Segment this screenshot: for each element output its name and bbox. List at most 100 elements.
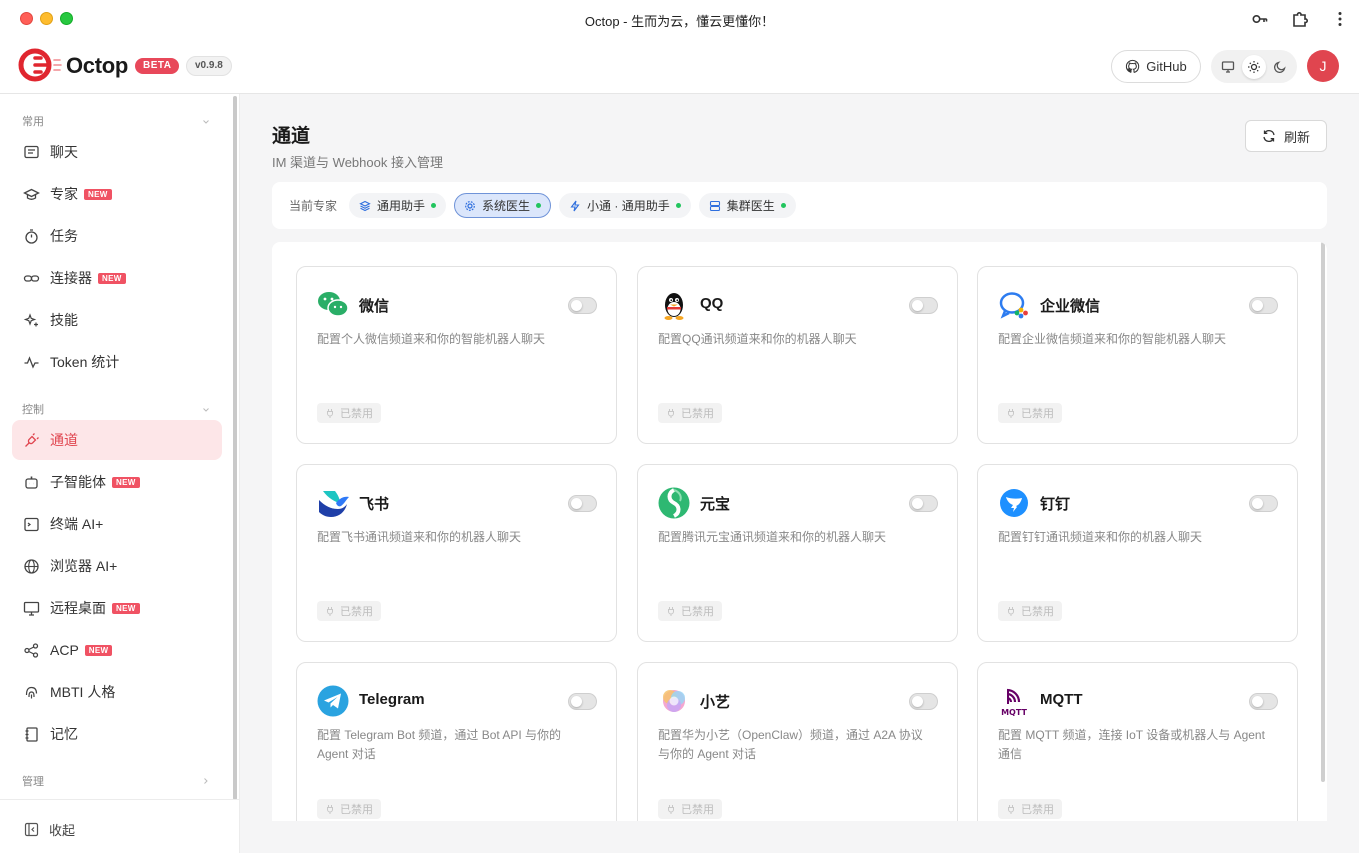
telegram-icon (317, 685, 349, 717)
status-badge: 已禁用 (998, 403, 1062, 423)
key-icon[interactable] (1251, 10, 1269, 28)
sidebar-scrollbar[interactable] (233, 96, 237, 800)
channel-name: Telegram (359, 691, 425, 708)
expert-chip-system-doctor[interactable]: 系统医生 (454, 193, 552, 218)
channel-description: 配置腾讯元宝通讯频道来和你的机器人聊天 (658, 530, 887, 544)
sidebar-item-browser-ai[interactable]: 浏览器 AI+ (12, 546, 222, 586)
sidebar-item-label: 任务 (50, 228, 78, 244)
channel-toggle[interactable] (568, 495, 597, 512)
sidebar-item-token-stats[interactable]: Token 统计 (12, 342, 222, 382)
channel-card-dingtalk: 钉钉 配置钉钉通讯频道来和你的机器人聊天 已禁用 (977, 464, 1298, 642)
plug-icon (25, 432, 39, 447)
more-vertical-icon[interactable] (1331, 10, 1349, 28)
channel-grid: 微信 配置个人微信频道来和你的智能机器人聊天 已禁用 QQ 配置QQ通讯频道来和… (272, 242, 1327, 821)
sidebar-item-label: 终端 AI+ (50, 516, 104, 532)
channel-name: MQTT (1040, 691, 1083, 708)
fingerprint-icon (25, 686, 38, 698)
sun-icon (1248, 60, 1260, 73)
status-label: 已禁用 (340, 408, 373, 420)
graduation-cap-icon (23, 188, 40, 200)
channel-toggle[interactable] (1249, 495, 1278, 512)
sidebar-item-chat[interactable]: 聊天 (12, 132, 222, 172)
channel-name: 企业微信 (1040, 298, 1101, 315)
channel-name: 钉钉 (1040, 496, 1071, 513)
refresh-button[interactable]: 刷新 (1245, 120, 1327, 152)
sidebar-item-connectors[interactable]: 连接器 NEW (12, 258, 222, 298)
version-badge: v0.9.8 (186, 56, 232, 76)
chat-icon (24, 145, 39, 158)
channel-toggle[interactable] (568, 297, 597, 314)
sidebar-item-memory[interactable]: 记忆 (12, 714, 222, 754)
sidebar-item-remote-desktop[interactable]: 远程桌面 NEW (12, 588, 222, 628)
sidebar-item-label: 子智能体 (50, 474, 106, 490)
collapse-sidebar-button[interactable]: 收起 (24, 820, 75, 839)
channel-toggle[interactable] (568, 693, 597, 710)
channel-toggle[interactable] (909, 495, 938, 512)
section-label-manage: 管理 (22, 776, 44, 788)
sidebar-item-experts[interactable]: 专家 NEW (12, 174, 222, 214)
sidebar-item-tasks[interactable]: 任务 (12, 216, 222, 256)
new-badge: NEW (112, 476, 140, 488)
github-button[interactable]: GitHub (1111, 50, 1201, 83)
channel-description: 配置 MQTT 频道，连接 IoT 设备或机器人与 Agent 通信 (998, 728, 1265, 761)
page-title: 通道 (272, 126, 311, 147)
chevron-down-icon[interactable] (202, 406, 210, 414)
theme-switcher (1211, 50, 1297, 83)
sidebar-item-channels[interactable]: 通道 (12, 420, 222, 460)
content-scrollbar[interactable] (1321, 242, 1325, 782)
theme-light-option[interactable] (1242, 54, 1266, 79)
expert-chip-label: 集群医生 (726, 199, 775, 213)
cog-icon (465, 200, 475, 211)
section-label-control: 控制 (22, 404, 44, 416)
channel-card-telegram: Telegram 配置 Telegram Bot 频道，通过 Bot API 与… (296, 662, 617, 821)
main-content: 通道 IM 渠道与 Webhook 接入管理 刷新 当前专家 通用助手 系统医生… (240, 94, 1359, 853)
sidebar-item-subagents[interactable]: 子智能体 NEW (12, 462, 222, 502)
expert-chip-label: 小通 · 通用助手 (587, 199, 670, 213)
refresh-label: 刷新 (1283, 129, 1310, 145)
mqtt-icon: MQTT (1001, 688, 1027, 717)
theme-system-option[interactable] (1216, 55, 1240, 79)
sidebar-item-mbti[interactable]: MBTI 人格 (12, 672, 222, 712)
panel-left-icon (24, 822, 39, 837)
status-label: 已禁用 (1021, 408, 1054, 420)
status-label: 已禁用 (681, 408, 714, 420)
sidebar-item-label: 专家 (50, 186, 78, 202)
user-avatar[interactable]: J (1307, 50, 1339, 82)
theme-dark-option[interactable] (1268, 55, 1292, 79)
layers-icon (359, 200, 371, 211)
sidebar-item-terminal-ai[interactable]: 终端 AI+ (12, 504, 222, 544)
xiaoyi-icon (663, 690, 685, 712)
extension-icon[interactable] (1291, 10, 1309, 28)
channel-toggle[interactable] (1249, 297, 1278, 314)
channel-card-feishu: 飞书 配置飞书通讯频道来和你的机器人聊天 已禁用 (296, 464, 617, 642)
channel-card-wechat: 微信 配置个人微信频道来和你的智能机器人聊天 已禁用 (296, 266, 617, 444)
plug-icon (1008, 805, 1014, 814)
expert-chip-cluster-doctor[interactable]: 集群医生 (698, 193, 796, 218)
status-label: 已禁用 (681, 804, 714, 816)
plug-icon (1008, 607, 1014, 616)
plug-icon (327, 607, 333, 616)
channel-toggle[interactable] (909, 693, 938, 710)
status-badge: 已禁用 (658, 601, 722, 621)
chevron-right-icon[interactable] (202, 777, 210, 785)
sidebar-footer: 收起 (0, 799, 239, 853)
channel-description: 配置钉钉通讯频道来和你的机器人聊天 (998, 530, 1203, 544)
monitor-icon (23, 601, 40, 616)
channel-toggle[interactable] (1249, 693, 1278, 710)
beta-badge: BETA (135, 58, 180, 74)
channel-toggle[interactable] (909, 297, 938, 314)
collapse-label: 收起 (49, 823, 76, 838)
expert-chip-general-assistant[interactable]: 通用助手 (349, 193, 447, 218)
wecom-icon (999, 292, 1028, 319)
expert-chip-xiaotong[interactable]: 小通 · 通用助手 (559, 193, 691, 218)
sidebar-item-skills[interactable]: 技能 (12, 300, 222, 340)
online-status-dot (675, 203, 681, 208)
status-badge: 已禁用 (658, 403, 722, 423)
sidebar-item-acp[interactable]: ACP NEW (12, 630, 222, 670)
sidebar-item-label: Token 统计 (50, 354, 120, 370)
plug-icon (1008, 409, 1014, 418)
status-label: 已禁用 (681, 606, 714, 618)
channel-description: 配置企业微信频道来和你的智能机器人聊天 (998, 332, 1227, 346)
sparkles-icon (23, 312, 38, 326)
chevron-down-icon[interactable] (202, 118, 210, 126)
